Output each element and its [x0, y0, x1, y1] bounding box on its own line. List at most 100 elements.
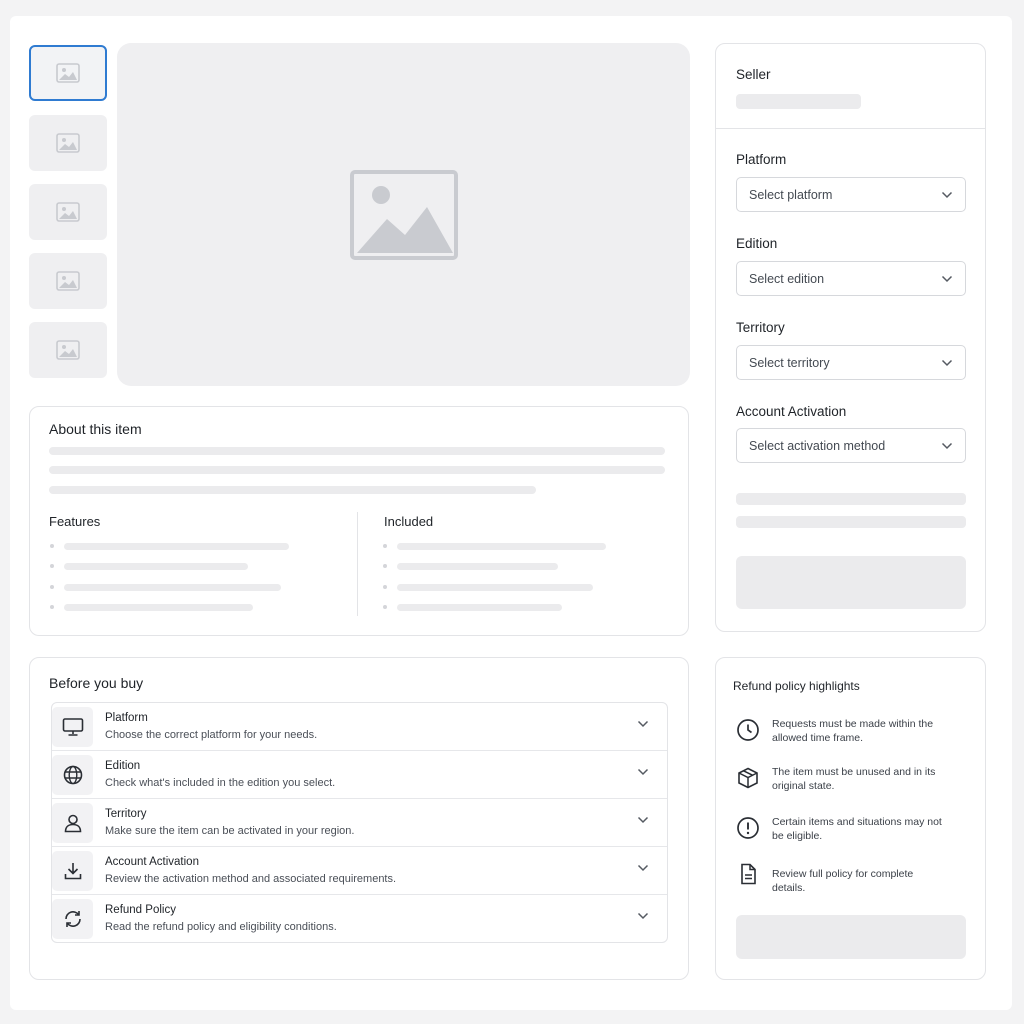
chevron-down-icon — [941, 442, 953, 449]
skeleton-line — [397, 584, 593, 591]
download-icon — [64, 863, 81, 880]
divider — [716, 128, 985, 129]
alert-icon — [736, 816, 760, 840]
skeleton-line — [397, 543, 606, 550]
accordion-description: Review the activation method and associa… — [105, 873, 397, 885]
price-skeleton — [736, 493, 966, 505]
features-label: Features — [49, 514, 101, 529]
chevron-down-icon — [637, 768, 649, 776]
chevron-down-icon — [637, 816, 649, 824]
bullet — [383, 544, 387, 548]
chevron-down-icon — [637, 864, 649, 872]
bullet — [383, 605, 387, 609]
document-icon — [736, 862, 760, 886]
activation-select[interactable]: Select activation method — [736, 428, 966, 463]
accordion-description: Choose the correct platform for your nee… — [105, 729, 318, 741]
bullet — [383, 564, 387, 568]
refund-item: Review full policy for complete details. — [736, 862, 913, 894]
accordion-refund-policy[interactable]: Refund Policy Read the refund policy and… — [52, 895, 667, 942]
refund-item-text: The item must be unused and in its origi… — [772, 766, 936, 792]
skeleton-line — [49, 466, 665, 474]
bullet — [50, 585, 54, 589]
about-card — [29, 406, 689, 636]
bullet — [50, 605, 54, 609]
accordion-account-activation[interactable]: Account Activation Review the activation… — [52, 847, 667, 895]
accordion-description: Check what's included in the edition you… — [105, 777, 336, 789]
skeleton-line — [64, 563, 248, 570]
image-placeholder-icon — [349, 169, 458, 260]
chevron-down-icon — [941, 275, 953, 282]
thumbnail-5[interactable] — [29, 322, 107, 378]
bullet — [50, 544, 54, 548]
seller-name-skeleton — [736, 94, 861, 109]
box-icon — [736, 766, 760, 790]
refund-item-text: Review full policy for complete details. — [772, 868, 914, 894]
thumbnail-2[interactable] — [29, 115, 107, 171]
refresh-icon — [64, 911, 81, 927]
accordion-platform[interactable]: Platform Choose the correct platform for… — [52, 703, 667, 751]
thumbnail-3[interactable] — [29, 184, 107, 240]
image-placeholder-icon — [56, 63, 80, 83]
main-product-image[interactable] — [117, 43, 690, 386]
activation-select-value: Select activation method — [749, 438, 886, 453]
platform-select[interactable]: Select platform — [736, 177, 966, 212]
platform-label: Platform — [736, 152, 787, 167]
accordion-title: Territory — [105, 808, 147, 820]
skeleton-line — [49, 447, 665, 455]
accordion-description: Read the refund policy and eligibility c… — [105, 921, 337, 933]
image-placeholder-icon — [56, 202, 80, 222]
chevron-down-icon — [637, 912, 649, 920]
territory-select[interactable]: Select territory — [736, 345, 966, 380]
territory-label: Territory — [736, 320, 785, 335]
monitor-icon — [62, 718, 83, 736]
accordion-icon-box — [52, 851, 93, 891]
before-you-buy-list: Platform Choose the correct platform for… — [51, 702, 668, 943]
accordion-title: Platform — [105, 712, 148, 724]
accordion-icon-box — [52, 755, 93, 795]
purchase-options-card — [715, 43, 986, 632]
globe-icon — [63, 765, 82, 785]
chevron-down-icon — [941, 191, 953, 198]
accordion-icon-box — [52, 707, 93, 747]
buy-button-placeholder[interactable] — [736, 556, 966, 609]
accordion-description: Make sure the item can be activated in y… — [105, 825, 355, 837]
thumbnail-4[interactable] — [29, 253, 107, 309]
refund-item: Requests must be made within the allowed… — [736, 718, 933, 744]
platform-select-value: Select platform — [749, 187, 833, 202]
price-skeleton — [736, 516, 966, 528]
skeleton-line — [64, 584, 281, 591]
refund-item-text: Certain items and situations may not be … — [772, 816, 942, 842]
refund-item: Certain items and situations may not be … — [736, 816, 942, 842]
edition-label: Edition — [736, 236, 778, 251]
seller-label: Seller — [736, 67, 771, 82]
accordion-title: Account Activation — [105, 856, 199, 868]
divider — [357, 512, 358, 616]
thumbnail-1[interactable] — [29, 45, 107, 101]
image-placeholder-icon — [56, 340, 80, 360]
skeleton-line — [64, 604, 253, 611]
territory-select-value: Select territory — [749, 355, 830, 370]
accordion-title: Refund Policy — [105, 904, 176, 916]
edition-select[interactable]: Select edition — [736, 261, 966, 296]
clock-icon — [736, 718, 760, 742]
refund-item-text: Requests must be made within the allowed… — [772, 718, 934, 744]
accordion-edition[interactable]: Edition Check what's included in the edi… — [52, 751, 667, 799]
before-you-buy-title: Before you buy — [49, 675, 144, 691]
accordion-territory[interactable]: Territory Make sure the item can be acti… — [52, 799, 667, 847]
about-title: About this item — [49, 421, 142, 437]
skeleton-line — [49, 486, 536, 494]
activation-label: Account Activation — [736, 404, 847, 419]
accordion-icon-box — [52, 899, 93, 939]
skeleton-line — [64, 543, 289, 550]
bullet — [50, 564, 54, 568]
included-label: Included — [384, 514, 434, 529]
edition-select-value: Select edition — [749, 271, 825, 286]
refund-action-placeholder[interactable] — [736, 915, 966, 959]
accordion-title: Edition — [105, 760, 141, 772]
skeleton-line — [397, 604, 562, 611]
chevron-down-icon — [637, 720, 649, 728]
image-placeholder-icon — [56, 133, 80, 153]
refund-item: The item must be unused and in its origi… — [736, 766, 935, 792]
accordion-icon-box — [52, 803, 93, 843]
user-icon — [64, 814, 81, 833]
